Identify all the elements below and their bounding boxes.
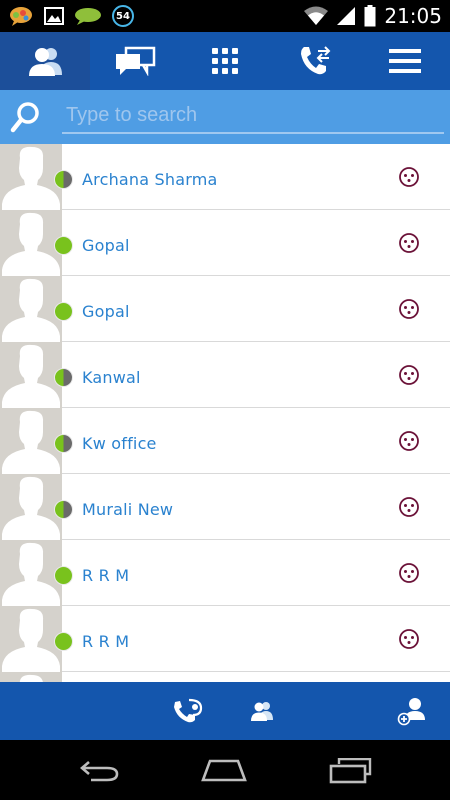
- contact-row[interactable]: Gopal: [0, 276, 450, 342]
- tab-call-log[interactable]: [270, 32, 360, 90]
- contact-name: R R M: [82, 566, 130, 585]
- home-icon: [201, 759, 247, 782]
- home-button[interactable]: [200, 756, 248, 786]
- contact-name: Murali New: [82, 500, 174, 519]
- status-time: 21:05: [384, 4, 442, 28]
- contact-row[interactable]: Gopal: [0, 210, 450, 276]
- contact-row[interactable]: R R M: [0, 540, 450, 606]
- search-bar: [0, 90, 450, 144]
- presence-indicator-away: [54, 368, 73, 387]
- presence-indicator-online: [54, 302, 73, 321]
- avatar: [0, 210, 62, 276]
- status-system: 21:05: [304, 3, 442, 29]
- avatar: [0, 474, 62, 540]
- default-avatar-icon: [2, 278, 60, 342]
- status-bar: 54 21:05: [0, 0, 450, 32]
- chat-notification-icon: [75, 8, 101, 25]
- avatar: [0, 606, 62, 672]
- default-avatar-icon: [2, 476, 60, 540]
- menu-icon: [389, 49, 421, 73]
- add-contact-button[interactable]: [394, 694, 430, 728]
- status-notifications: 54: [8, 4, 134, 28]
- contact-row[interactable]: Archana Sharma: [0, 144, 450, 210]
- app-contacts-button[interactable]: [170, 694, 206, 728]
- gallery-notification-icon: [44, 7, 64, 25]
- battery-icon: [364, 5, 376, 27]
- default-avatar-icon: [19, 674, 43, 682]
- avatar: [0, 540, 62, 606]
- dialpad-icon: [212, 48, 238, 74]
- presence-indicator-online: [54, 632, 73, 651]
- contact-options-icon[interactable]: [398, 232, 420, 254]
- messenger-notification-icon: [10, 7, 32, 26]
- default-avatar-icon: [2, 212, 60, 276]
- contact-name: Kanwal: [82, 368, 141, 387]
- presence-indicator-online: [54, 236, 73, 255]
- avatar: [0, 672, 62, 682]
- back-icon: [80, 761, 119, 782]
- contact-options-icon[interactable]: [398, 298, 420, 320]
- contact-name: Kw office: [82, 434, 157, 453]
- tab-menu[interactable]: [360, 32, 450, 90]
- contact-options-icon[interactable]: [398, 562, 420, 584]
- search-icon[interactable]: [10, 100, 42, 134]
- contact-name: Gopal: [82, 302, 130, 321]
- add-contact-icon: [397, 698, 425, 726]
- contact-row[interactable]: [0, 672, 450, 682]
- tab-contacts[interactable]: [0, 32, 90, 90]
- call-log-icon: [301, 46, 331, 75]
- default-avatar-icon: [2, 146, 60, 210]
- tab-dialpad[interactable]: [180, 32, 270, 90]
- avatar: [0, 276, 62, 342]
- system-navigation-bar: [0, 740, 450, 800]
- search-input[interactable]: [62, 98, 444, 134]
- signal-icon: [337, 7, 356, 25]
- default-avatar-icon: [2, 410, 60, 474]
- avatar: [0, 408, 62, 474]
- contact-list: Archana Sharma Gopal Gopal Kanwal Kw off…: [0, 144, 450, 682]
- contact-name: Archana Sharma: [82, 170, 218, 189]
- top-navigation: [0, 32, 450, 90]
- group-button[interactable]: [244, 694, 280, 728]
- recents-button[interactable]: [326, 756, 374, 786]
- presence-indicator-away: [54, 500, 73, 519]
- tab-messages[interactable]: [90, 32, 180, 90]
- presence-indicator-online: [54, 566, 73, 585]
- bottom-action-bar: [0, 682, 450, 740]
- chat-icon: [116, 46, 156, 76]
- contact-row[interactable]: Kanwal: [0, 342, 450, 408]
- default-avatar-icon: [2, 344, 60, 408]
- contact-name: R R M: [82, 632, 130, 651]
- notification-count-badge: 54: [112, 5, 134, 27]
- contact-options-icon[interactable]: [398, 166, 420, 188]
- contact-options-icon[interactable]: [398, 496, 420, 518]
- contact-options-icon[interactable]: [398, 628, 420, 650]
- contact-row[interactable]: R R M: [0, 606, 450, 672]
- back-button[interactable]: [76, 756, 124, 786]
- default-avatar-icon: [2, 608, 60, 672]
- avatar: [0, 342, 62, 408]
- contacts-icon: [29, 48, 62, 76]
- contact-options-icon[interactable]: [398, 430, 420, 452]
- avatar: [0, 144, 62, 210]
- wifi-icon: [304, 6, 329, 25]
- group-icon: [251, 702, 273, 721]
- contact-row[interactable]: Murali New: [0, 474, 450, 540]
- app-contacts-icon: [174, 698, 203, 723]
- presence-indicator-away: [54, 170, 73, 189]
- contact-row[interactable]: Kw office: [0, 408, 450, 474]
- recents-icon: [329, 758, 372, 784]
- presence-indicator-away: [54, 434, 73, 453]
- contact-options-icon[interactable]: [398, 364, 420, 386]
- contact-name: Gopal: [82, 236, 130, 255]
- default-avatar-icon: [2, 542, 60, 606]
